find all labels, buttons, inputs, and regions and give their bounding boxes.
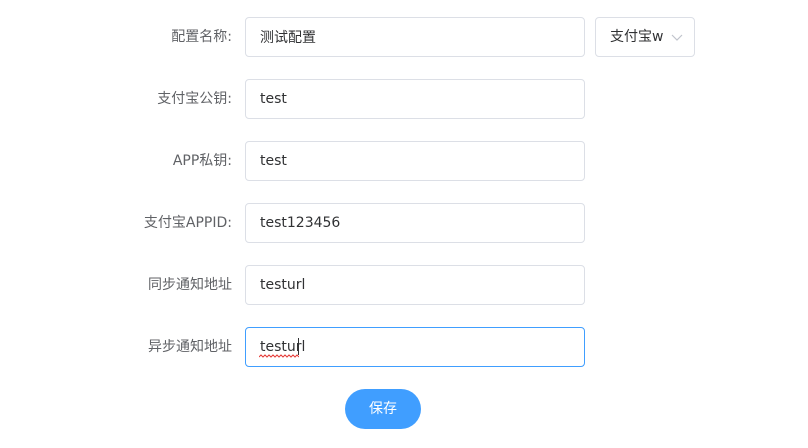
save-button[interactable]: 保存 — [345, 389, 421, 429]
sync-notify-url-input[interactable] — [246, 266, 584, 304]
text-cursor — [298, 338, 299, 355]
config-name-row: 配置名称: 支付宝w — [0, 17, 808, 57]
alipay-public-key-row: 支付宝公钥: — [0, 79, 808, 119]
app-private-key-row: APP私钥: — [0, 141, 808, 181]
alipay-appid-field[interactable] — [245, 203, 585, 243]
sync-notify-url-field[interactable] — [245, 265, 585, 305]
async-notify-url-input[interactable] — [246, 328, 584, 366]
spellcheck-underline — [259, 354, 299, 358]
alipay-appid-row: 支付宝APPID: — [0, 203, 808, 243]
app-private-key-label: APP私钥: — [172, 153, 232, 169]
payment-type-value: 支付宝w — [610, 29, 664, 45]
alipay-public-key-input[interactable] — [246, 80, 584, 118]
config-name-input[interactable] — [246, 18, 584, 56]
config-name-field[interactable] — [245, 17, 585, 57]
app-private-key-input[interactable] — [246, 142, 584, 180]
app-private-key-field[interactable] — [245, 141, 585, 181]
payment-type-select[interactable]: 支付宝w — [595, 17, 695, 57]
alipay-public-key-label: 支付宝公钥: — [157, 91, 232, 107]
alipay-config-form: 配置名称: 支付宝w 支付宝公钥: APP私钥: 支付宝APPID: 同步 — [0, 0, 808, 448]
async-notify-url-row: 异步通知地址 — [0, 327, 808, 367]
sync-notify-url-label: 同步通知地址 — [148, 277, 232, 293]
async-notify-url-field[interactable] — [245, 327, 585, 367]
config-name-label: 配置名称: — [171, 29, 232, 45]
alipay-appid-label: 支付宝APPID: — [143, 215, 232, 231]
alipay-public-key-field[interactable] — [245, 79, 585, 119]
alipay-appid-input[interactable] — [246, 204, 584, 242]
chevron-down-icon — [671, 34, 683, 41]
sync-notify-url-row: 同步通知地址 — [0, 265, 808, 305]
async-notify-url-label: 异步通知地址 — [148, 339, 232, 355]
